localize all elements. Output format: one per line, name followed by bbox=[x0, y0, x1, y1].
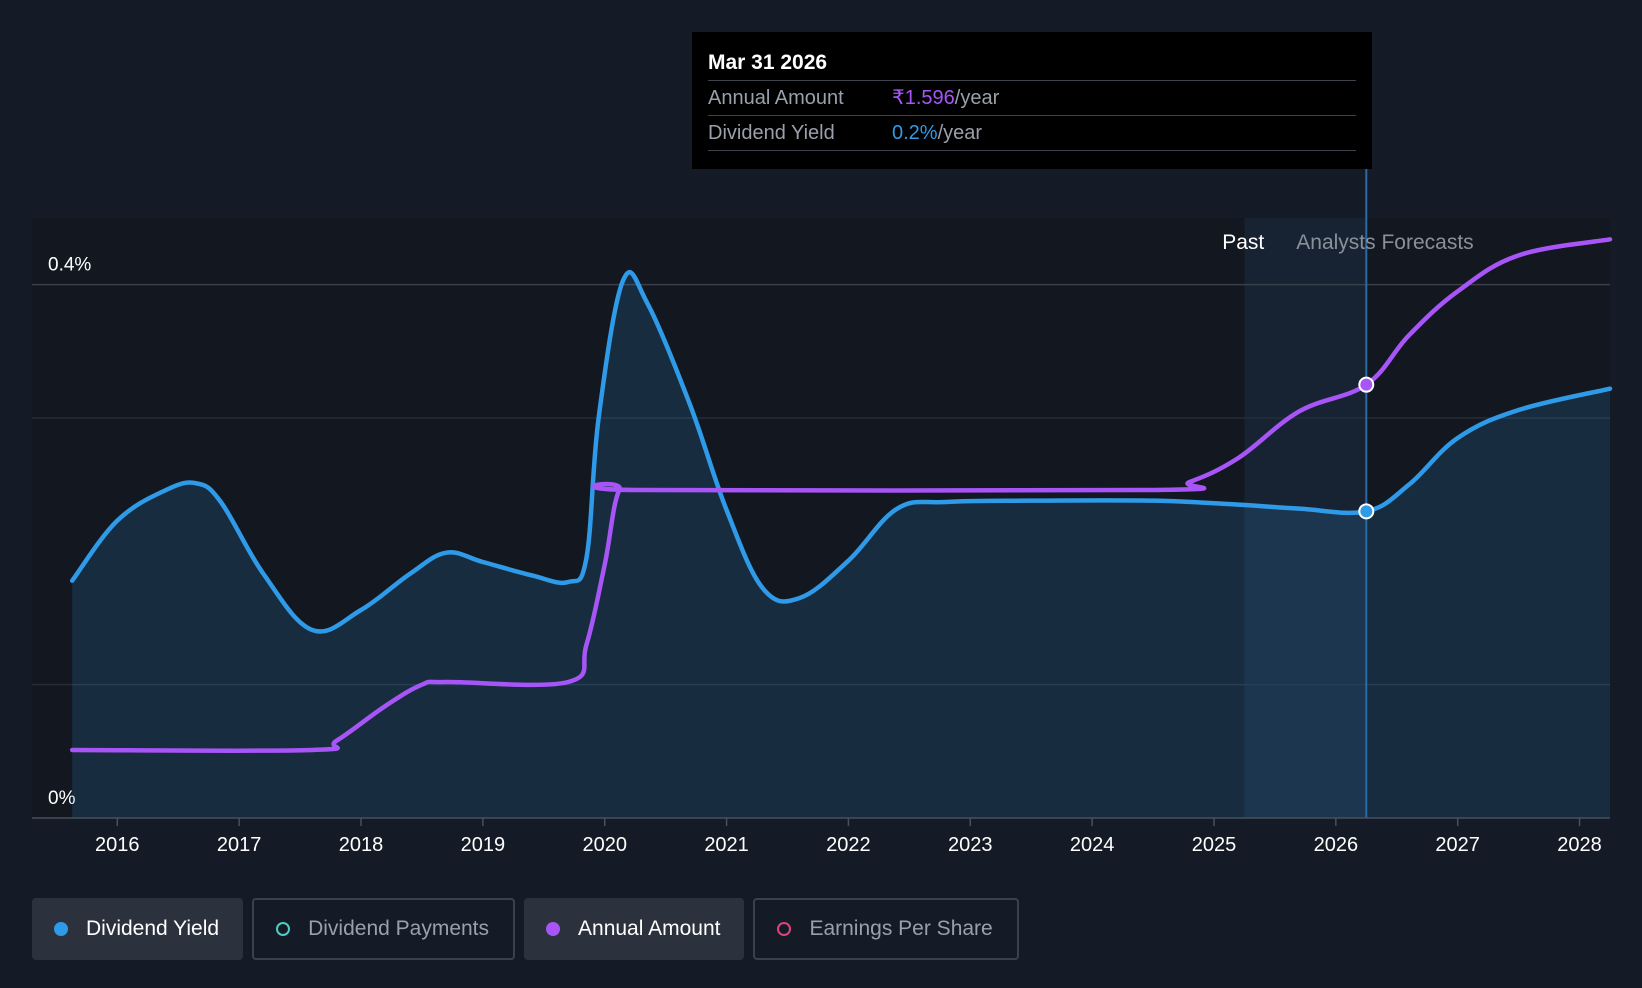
x-tick-label: 2028 bbox=[1557, 834, 1602, 856]
tooltip-value: ₹1.596 bbox=[892, 87, 955, 109]
x-tick-label: 2027 bbox=[1435, 834, 1480, 856]
filled-circle-icon bbox=[546, 922, 561, 936]
x-tick-label: 2018 bbox=[339, 834, 384, 856]
data-point-marker bbox=[1358, 376, 1375, 393]
tooltip: Mar 31 2026 Annual Amount ₹1.596 /year D… bbox=[692, 32, 1372, 169]
x-tick-label: 2025 bbox=[1192, 834, 1237, 856]
x-tick-label: 2020 bbox=[582, 834, 627, 856]
x-tick-label: 2023 bbox=[948, 834, 993, 856]
legend-label: Dividend Yield bbox=[86, 917, 220, 940]
legend-dividend-payments-button[interactable]: Dividend Payments bbox=[252, 898, 516, 960]
tooltip-unit: /year bbox=[937, 122, 983, 144]
tooltip-unit: /year bbox=[954, 87, 1000, 109]
tooltip-date: Mar 31 2026 bbox=[708, 51, 828, 74]
x-tick-label: 2017 bbox=[217, 834, 262, 856]
legend-earnings-per-share-button[interactable]: Earnings Per Share bbox=[753, 898, 1019, 960]
tooltip-label: Dividend Yield bbox=[708, 122, 835, 144]
past-label: Past bbox=[1222, 231, 1264, 254]
legend-label: Earnings Per Share bbox=[809, 917, 993, 940]
legend-annual-amount-button[interactable]: Annual Amount bbox=[524, 898, 745, 960]
hollow-circle-icon bbox=[777, 922, 792, 936]
x-tick-label: 2026 bbox=[1314, 834, 1359, 856]
legend-label: Dividend Payments bbox=[308, 917, 490, 940]
hollow-circle-icon bbox=[276, 922, 291, 936]
tooltip-label: Annual Amount bbox=[708, 87, 844, 109]
legend: Dividend Yield Dividend Payments Annual … bbox=[32, 898, 1019, 960]
filled-circle-icon bbox=[54, 922, 68, 936]
tooltip-row-dividend-yield: Dividend Yield 0.2% /year bbox=[708, 115, 1356, 151]
legend-label: Annual Amount bbox=[578, 917, 721, 940]
tooltip-value: 0.2% bbox=[892, 122, 938, 144]
y-tick-label: 0.4% bbox=[48, 255, 91, 276]
tooltip-row-annual-amount: Annual Amount ₹1.596 /year bbox=[708, 80, 1356, 115]
data-point-marker bbox=[1358, 503, 1375, 520]
y-tick-label: 0% bbox=[48, 788, 76, 809]
x-tick-label: 2016 bbox=[95, 834, 140, 856]
x-tick-label: 2024 bbox=[1070, 834, 1115, 856]
forecast-label: Analysts Forecasts bbox=[1296, 231, 1473, 254]
legend-dividend-yield-button[interactable]: Dividend Yield bbox=[32, 898, 244, 960]
x-axis: 2016 2017 2018 2019 2020 2021 2022 2023 2024 2025… bbox=[32, 817, 1610, 856]
x-tick-label: 2021 bbox=[704, 834, 749, 856]
x-tick-label: 2022 bbox=[826, 834, 871, 856]
x-tick-label: 2019 bbox=[461, 834, 506, 856]
